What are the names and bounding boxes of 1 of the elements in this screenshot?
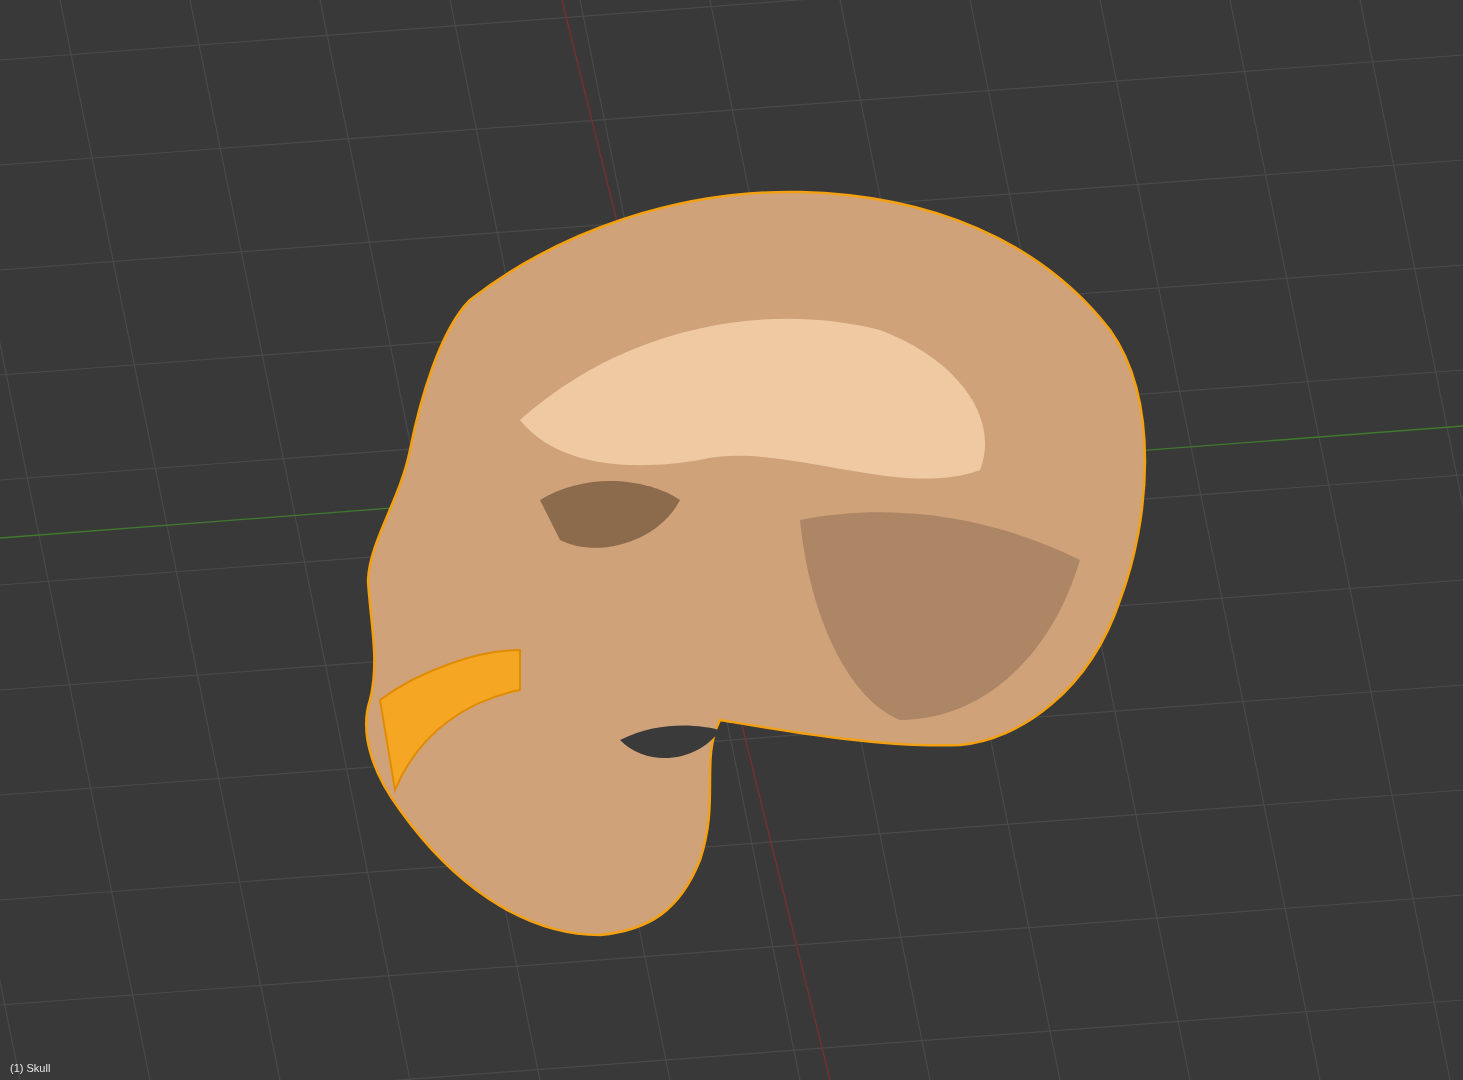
object-label: (1) Skull [10, 1060, 51, 1076]
